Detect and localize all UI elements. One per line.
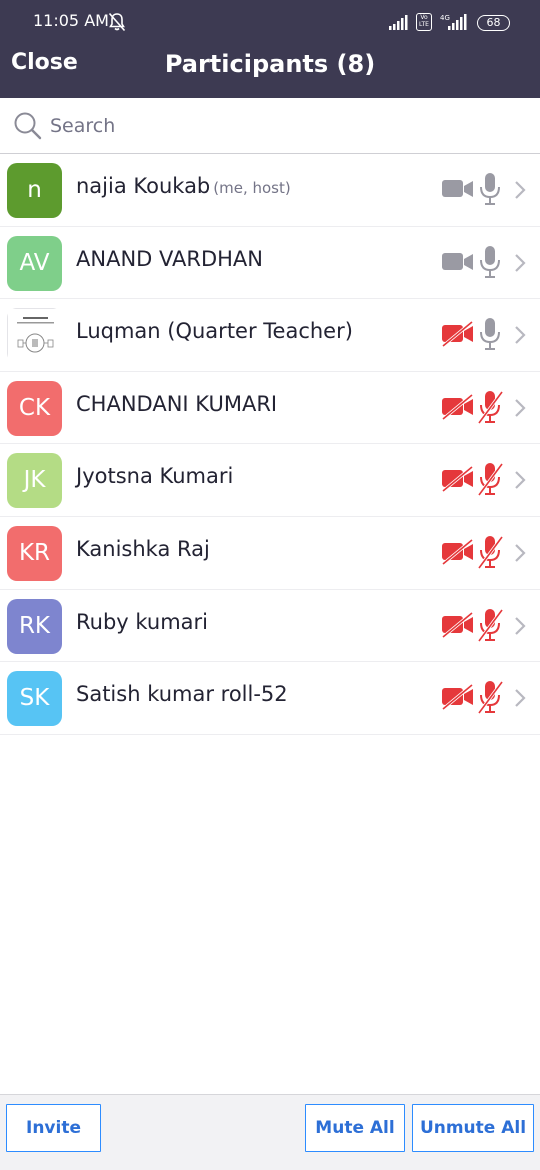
notifications-muted-icon	[108, 12, 126, 32]
unmute-all-button[interactable]: Unmute All	[412, 1104, 534, 1152]
volte-badge: Vo LTE	[416, 13, 432, 31]
participant-role-tag: (me, host)	[213, 179, 291, 197]
microphone-muted-icon	[477, 390, 504, 424]
avatar: SK	[7, 671, 62, 727]
status-time: 11:05 AM	[33, 11, 109, 30]
video-camera-icon	[441, 249, 475, 275]
svg-text:4G: 4G	[440, 14, 450, 22]
microphone-muted-icon	[477, 608, 504, 642]
close-button[interactable]: Close	[11, 50, 78, 75]
search-input[interactable]	[50, 108, 520, 144]
participant-row[interactable]: Luqman (Quarter Teacher)	[0, 299, 540, 372]
participant-row[interactable]: JK Jyotsna Kumari	[0, 444, 540, 517]
chevron-right-icon[interactable]	[513, 324, 527, 346]
chevron-right-icon[interactable]	[513, 397, 527, 419]
video-off-icon	[441, 611, 475, 638]
participant-name: najia Koukab	[76, 174, 211, 198]
chevron-right-icon[interactable]	[513, 469, 527, 491]
chevron-right-icon[interactable]	[513, 687, 527, 709]
search-bar[interactable]	[0, 98, 540, 154]
participant-name-container: Ruby kumari	[76, 610, 208, 634]
footer-toolbar: Invite Mute All Unmute All	[0, 1094, 540, 1170]
avatar: JK	[7, 453, 62, 509]
page-title: Participants (8)	[164, 50, 376, 78]
participant-name: Luqman (Quarter Teacher)	[76, 319, 353, 344]
participant-name-container: najia Koukab (me, host)	[76, 174, 291, 198]
participant-name-container: Kanishka Raj	[76, 537, 210, 561]
video-off-icon	[441, 393, 475, 421]
video-off-icon	[441, 320, 475, 348]
avatar: KR	[7, 525, 62, 581]
participants-list: n najia Koukab (me, host) AV ANAND VARDHAN Lu…	[0, 154, 540, 735]
microphone-icon	[477, 172, 503, 206]
participant-name: Ruby kumari	[76, 609, 209, 634]
video-off-icon	[441, 538, 475, 566]
search-icon	[14, 112, 42, 140]
participant-name-container: Satish kumar roll-52	[76, 682, 288, 706]
header-bar: 11:05 AM Vo LTE 4G 68 Participants (8) C…	[0, 0, 540, 98]
participant-name-container: Jyotsna Kumari	[76, 464, 233, 488]
participant-name: Jyotsna Kumari	[76, 464, 234, 489]
chevron-right-icon[interactable]	[513, 179, 527, 201]
video-off-icon	[441, 683, 475, 711]
signal-icon	[389, 15, 408, 30]
participant-name-container: ANAND VARDHAN	[76, 247, 263, 271]
invite-button[interactable]: Invite	[6, 1104, 101, 1152]
participant-row[interactable]: CK CHANDANI KUMARI	[0, 372, 540, 445]
participant-name: Kanishka Raj	[76, 536, 210, 561]
status-bar: 11:05 AM Vo LTE 4G 68	[0, 0, 540, 44]
avatar-image	[7, 308, 63, 365]
participant-name: Satish kumar roll-52	[76, 682, 288, 707]
battery-indicator: 68	[477, 15, 510, 31]
signal-4g-icon: 4G	[440, 14, 467, 30]
participant-row[interactable]: n najia Koukab (me, host)	[0, 154, 540, 227]
video-camera-icon	[441, 176, 475, 202]
participant-name: ANAND VARDHAN	[76, 246, 264, 271]
avatar: RK	[7, 598, 62, 654]
mute-all-button[interactable]: Mute All	[305, 1104, 405, 1152]
avatar: AV	[7, 235, 62, 291]
microphone-muted-icon	[477, 680, 504, 715]
avatar: CK	[7, 380, 62, 436]
participant-row[interactable]: SK Satish kumar roll-52	[0, 662, 540, 735]
chevron-right-icon[interactable]	[513, 542, 527, 564]
microphone-icon	[477, 245, 503, 279]
participant-row[interactable]: KR Kanishka Raj	[0, 517, 540, 590]
avatar: n	[7, 163, 62, 218]
participant-name: CHANDANI KUMARI	[76, 391, 278, 416]
participant-row[interactable]: RK Ruby kumari	[0, 590, 540, 663]
chevron-right-icon[interactable]	[513, 615, 527, 637]
participant-row[interactable]: AV ANAND VARDHAN	[0, 227, 540, 300]
participant-name-container: Luqman (Quarter Teacher)	[76, 319, 353, 343]
microphone-icon	[477, 317, 503, 351]
video-off-icon	[441, 466, 475, 493]
chevron-right-icon[interactable]	[513, 252, 527, 274]
microphone-muted-icon	[477, 535, 504, 569]
participant-name-container: CHANDANI KUMARI	[76, 392, 277, 416]
microphone-muted-icon	[477, 462, 504, 497]
